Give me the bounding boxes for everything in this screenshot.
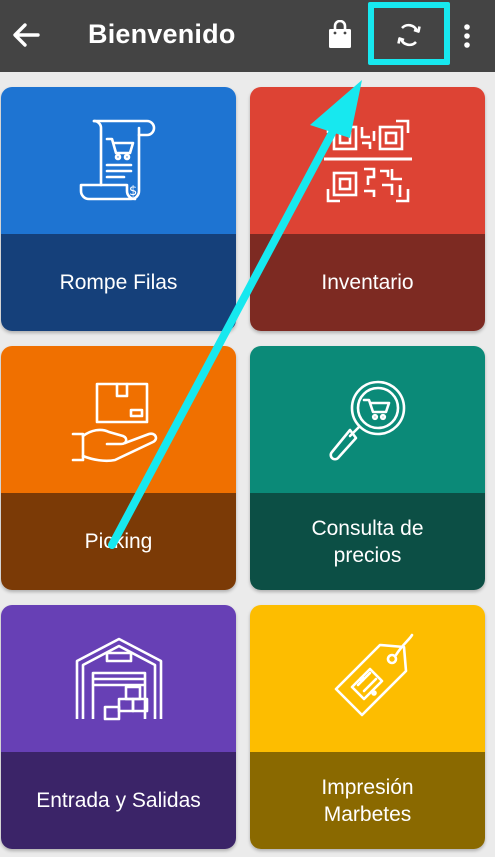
- tile-bottom: Inventario: [250, 234, 485, 331]
- tile-entrada-salidas[interactable]: Entrada y Salidas: [1, 605, 236, 849]
- qr-code-icon: [323, 119, 412, 202]
- arrow-left-icon[interactable]: [10, 18, 42, 52]
- receipt-cart-icon: $: [79, 119, 155, 200]
- sync-button[interactable]: [368, 2, 450, 65]
- tile-bottom: Entrada y Salidas: [1, 752, 236, 849]
- warehouse-icon: [75, 637, 162, 720]
- tile-impresion-marbetes[interactable]: Impresión Marbetes: [250, 605, 485, 849]
- tile-label: Rompe Filas: [59, 271, 178, 294]
- price-tag-icon: [334, 633, 413, 716]
- magnifier-cart-icon: [328, 380, 405, 461]
- shopping-bag-icon[interactable]: [326, 20, 354, 50]
- tile-bottom: Consulta de precios: [250, 493, 485, 590]
- tile-top: [1, 346, 236, 493]
- tile-bottom: Picking: [1, 493, 236, 590]
- tile-label: Entrada y Salidas: [36, 789, 201, 812]
- tile-consulta-precios[interactable]: Consulta de precios: [250, 346, 485, 590]
- tile-top: [250, 346, 485, 493]
- tile-label: Inventario: [321, 271, 414, 294]
- tile-rompe-filas[interactable]: $ Rompe Filas: [1, 87, 236, 331]
- tile-label: Impresión Marbetes: [321, 775, 414, 826]
- svg-text:$: $: [129, 184, 137, 199]
- tile-picking[interactable]: Picking: [1, 346, 236, 590]
- page-title: Bienvenido: [88, 19, 236, 49]
- tile-label: Picking: [84, 530, 153, 553]
- sync-icon: [397, 23, 421, 47]
- tile-top: $: [1, 87, 236, 234]
- hand-box-icon: [71, 382, 157, 462]
- tile-bottom: Impresión Marbetes: [250, 752, 485, 849]
- app-bar: Bienvenido: [0, 0, 495, 72]
- tile-top: [250, 87, 485, 234]
- tile-top: [1, 605, 236, 752]
- tile-inventario[interactable]: Inventario: [250, 87, 485, 331]
- tile-top: [250, 605, 485, 752]
- tile-label: Consulta de precios: [311, 516, 424, 567]
- more-vert-icon[interactable]: [455, 20, 479, 52]
- tile-bottom: Rompe Filas: [1, 234, 236, 331]
